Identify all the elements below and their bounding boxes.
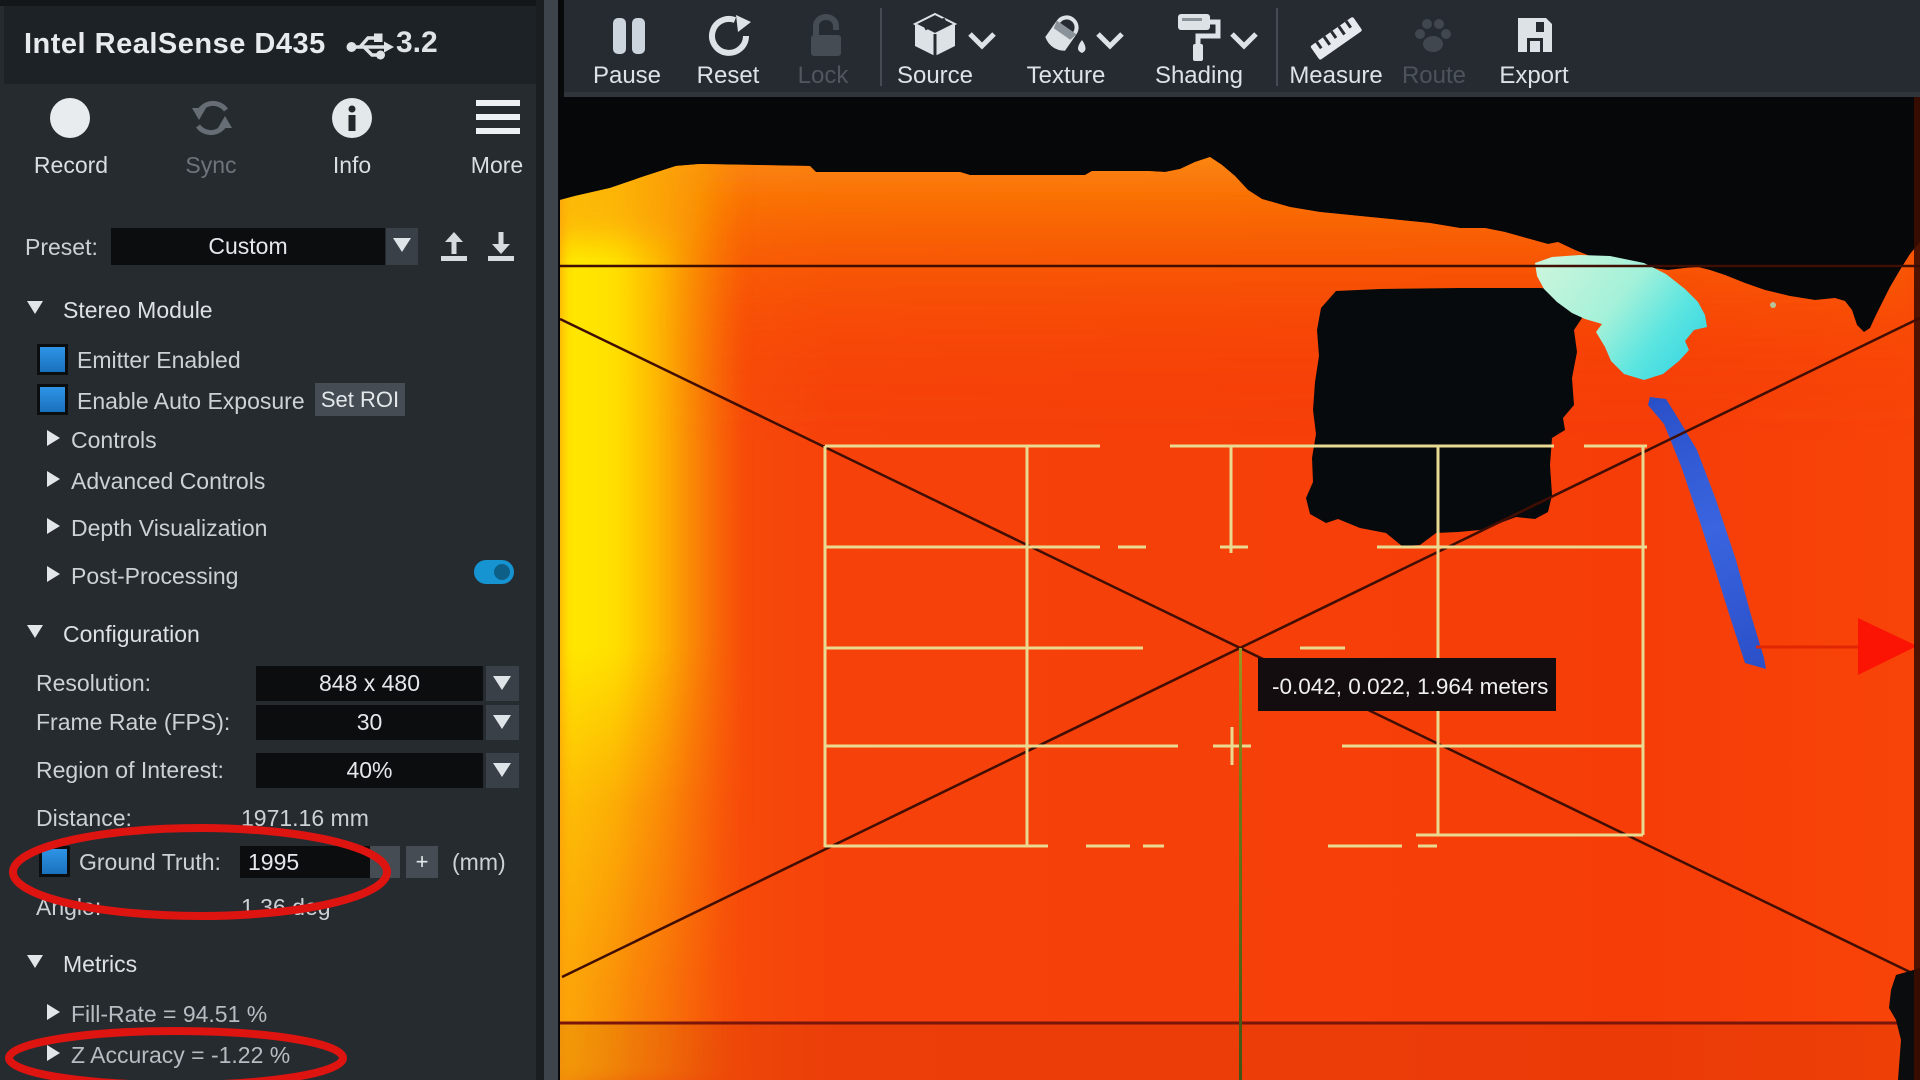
svg-text:-0.042, 0.022, 1.964 meters: -0.042, 0.022, 1.964 meters (1272, 674, 1548, 699)
